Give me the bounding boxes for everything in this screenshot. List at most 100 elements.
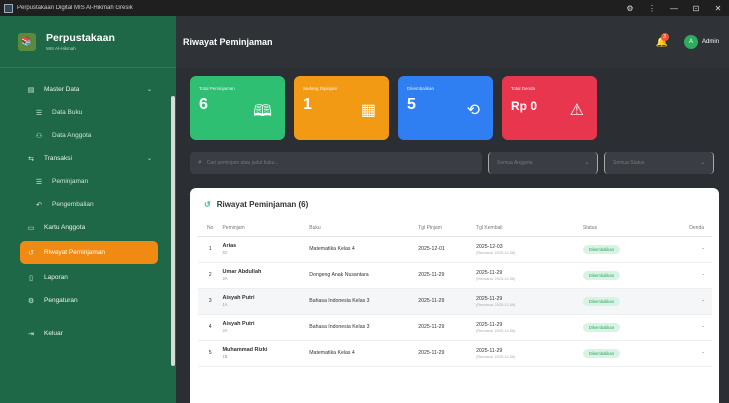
status-badge: Dikembalikan [582, 348, 621, 358]
status-filter-select[interactable]: Semua Status ⌄ [604, 152, 714, 174]
stat-label: Total Peminjaman [199, 86, 235, 91]
sidebar-item-transaksi[interactable]: ⇆ Transaksi ⌄ [0, 147, 176, 170]
window-title: Perpustakaan Digital MIS Al-Hikmah Gresi… [17, 5, 133, 11]
sidebar-item-pengaturan[interactable]: ⚙ Pengaturan [0, 289, 176, 312]
book-title: Matematika Kelas 4 [309, 236, 419, 263]
search-placeholder: Cari peminjam atau judul buku... [206, 160, 279, 166]
page-title: Riwayat Peminjaman [183, 37, 273, 47]
column-header[interactable]: Denda [680, 220, 712, 237]
column-header[interactable]: Tgl Pinjam [418, 220, 477, 237]
planned-return-date: (Rencana: 2025-12-06) [476, 276, 516, 281]
history-panel: ↺ Riwayat Peminjaman (6) No Peminjam Buk… [190, 188, 719, 403]
planned-return-date: (Rencana: 2025-12-08) [476, 250, 516, 255]
row-number: 2 [198, 262, 223, 289]
sidebar-menu: ▤ Master Data ⌄ ☰ Data Buku ⚇ Data Anggo… [0, 68, 176, 345]
calendar-icon: ▦ [360, 102, 376, 119]
planned-return-date: (Rencana: 2025-12-06) [476, 328, 516, 333]
maximize-button[interactable]: ⊡ [685, 4, 707, 13]
column-header[interactable]: No [198, 220, 223, 237]
book-open-icon: 🕮 [253, 103, 272, 120]
borrower-class: 1B [222, 354, 228, 359]
borrower-name: Aisyah Putri [222, 295, 255, 301]
app-icon [4, 3, 13, 13]
table-row[interactable]: 4 Aisyah Putri 2A Bahasa Indonesia Kelas … [198, 314, 712, 341]
member-filter-select[interactable]: Semua Anggota ⌄ [488, 152, 598, 174]
stat-card-dikembalikan: Dikembalikan 5 ⟲ [398, 76, 493, 140]
extensions-icon[interactable]: ⚙ [619, 4, 641, 13]
borrow-date: 2025-12-01 [418, 236, 477, 263]
close-button[interactable]: ✕ [707, 4, 729, 13]
column-header[interactable]: Buku [309, 220, 419, 237]
sidebar-item-label: Data Buku [52, 109, 83, 116]
table-row[interactable]: 1 Arias 6C Matematika Kelas 4 2025-12-01 … [198, 236, 712, 263]
return-date: 2025-11-29 [476, 321, 503, 328]
column-header[interactable]: Status [582, 220, 681, 237]
list-icon: ☰ [35, 178, 43, 186]
return-date: 2025-11-29 [476, 295, 503, 302]
fine-value: - [680, 340, 712, 367]
sidebar-item-laporan[interactable]: ▯ Laporan [0, 266, 176, 289]
sidebar-item-kartu-anggota[interactable]: ▭ Kartu Anggota [0, 216, 176, 239]
document-icon: ▯ [29, 274, 33, 282]
status-badge: Dikembalikan [582, 270, 621, 280]
status-badge: Dikembalikan [582, 244, 621, 254]
stat-card-sedang-dipinjam: Sedang Dipinjam 1 ▦ [294, 76, 389, 140]
window-titlebar: Perpustakaan Digital MIS Al-Hikmah Gresi… [0, 0, 729, 16]
sidebar: 📚 Perpustakaan MIS Al-Hikmah ▤ Master Da… [0, 16, 176, 403]
sidebar-item-data-buku[interactable]: ☰ Data Buku [0, 101, 176, 124]
column-header[interactable]: Tgl Kembali [476, 220, 583, 237]
book-title: Bahasa Indonesia Kelas 3 [309, 314, 419, 341]
stat-value: 6 [199, 96, 208, 113]
sidebar-item-label: Peminjaman [52, 178, 89, 185]
borrower-name: Umar Abdullah [222, 269, 262, 275]
menu-dots-icon[interactable]: ⋮ [641, 4, 663, 13]
sidebar-item-master-data[interactable]: ▤ Master Data ⌄ [0, 78, 176, 101]
sidebar-item-data-anggota[interactable]: ⚇ Data Anggota [0, 124, 176, 147]
borrower-class: 6C [222, 250, 228, 255]
sidebar-item-riwayat-peminjaman[interactable]: ↺ Riwayat Peminjaman [20, 241, 158, 264]
table-header-row: No Peminjam Buku Tgl Pinjam Tgl Kembali … [198, 220, 712, 237]
sidebar-item-keluar[interactable]: ⇥ Keluar [0, 322, 176, 345]
stat-value: 1 [303, 96, 312, 113]
chevron-down-icon: ⌄ [584, 160, 589, 166]
sidebar-item-label: Master Data [44, 86, 80, 93]
sidebar-item-peminjaman[interactable]: ☰ Peminjaman [0, 170, 176, 193]
search-input[interactable]: ⌕ Cari peminjam atau judul buku... [190, 152, 482, 174]
member-filter-value: Semua Anggota [497, 160, 533, 166]
column-header[interactable]: Peminjam [222, 220, 310, 237]
sidebar-item-pengembalian[interactable]: ↶ Pengembalian [0, 193, 176, 216]
avatar[interactable]: A [683, 35, 698, 49]
sidebar-item-label: Laporan [44, 274, 68, 281]
status-badge: Dikembalikan [582, 296, 621, 306]
warning-icon: ⚠ [569, 102, 584, 119]
borrow-date: 2025-11-29 [418, 314, 477, 341]
table-row[interactable]: 2 Umar Abdullah 2A Dongeng Anak Nusantara… [198, 262, 712, 289]
book-title: Dongeng Anak Nusantara [309, 262, 419, 289]
stat-label: Dikembalikan [407, 86, 435, 91]
swap-icon: ⇆ [28, 155, 34, 163]
users-icon: ⚇ [35, 132, 43, 140]
main-content: Total Peminjaman 6 🕮 Sedang Dipinjam 1 ▦… [176, 68, 729, 403]
borrower-class: 2A [222, 328, 228, 333]
row-number: 1 [198, 236, 223, 263]
planned-return-date: (Rencana: 2025-12-06) [476, 302, 516, 307]
sidebar-item-label: Transaksi [44, 155, 72, 162]
sidebar-item-label: Keluar [44, 330, 63, 337]
table-row[interactable]: 3 Aisyah Putri 1A Bahasa Indonesia Kelas … [198, 288, 712, 315]
stat-card-total-denda: Total Denda Rp 0 ⚠ [502, 76, 597, 140]
minimize-button[interactable]: — [663, 4, 685, 13]
stat-label: Sedang Dipinjam [303, 86, 338, 91]
stat-label: Total Denda [511, 86, 536, 91]
undo-icon: ↶ [36, 201, 42, 209]
user-name[interactable]: Admin [702, 39, 719, 45]
return-date: 2025-11-29 [476, 269, 503, 276]
sidebar-scrollbar[interactable] [171, 96, 175, 366]
borrower-name: Muhammad Rizki [222, 347, 268, 353]
borrow-date: 2025-11-29 [418, 340, 477, 367]
stat-card-total-peminjaman: Total Peminjaman 6 🕮 [190, 76, 285, 140]
notification-bell-icon[interactable]: 🔔 3 [656, 32, 669, 48]
row-number: 5 [198, 340, 223, 367]
book-title: Matematika Kelas 4 [309, 340, 419, 367]
table-row[interactable]: 5 Muhammad Rizki 1B Matematika Kelas 4 20… [198, 340, 712, 367]
history-table: No Peminjam Buku Tgl Pinjam Tgl Kembali … [198, 220, 712, 367]
